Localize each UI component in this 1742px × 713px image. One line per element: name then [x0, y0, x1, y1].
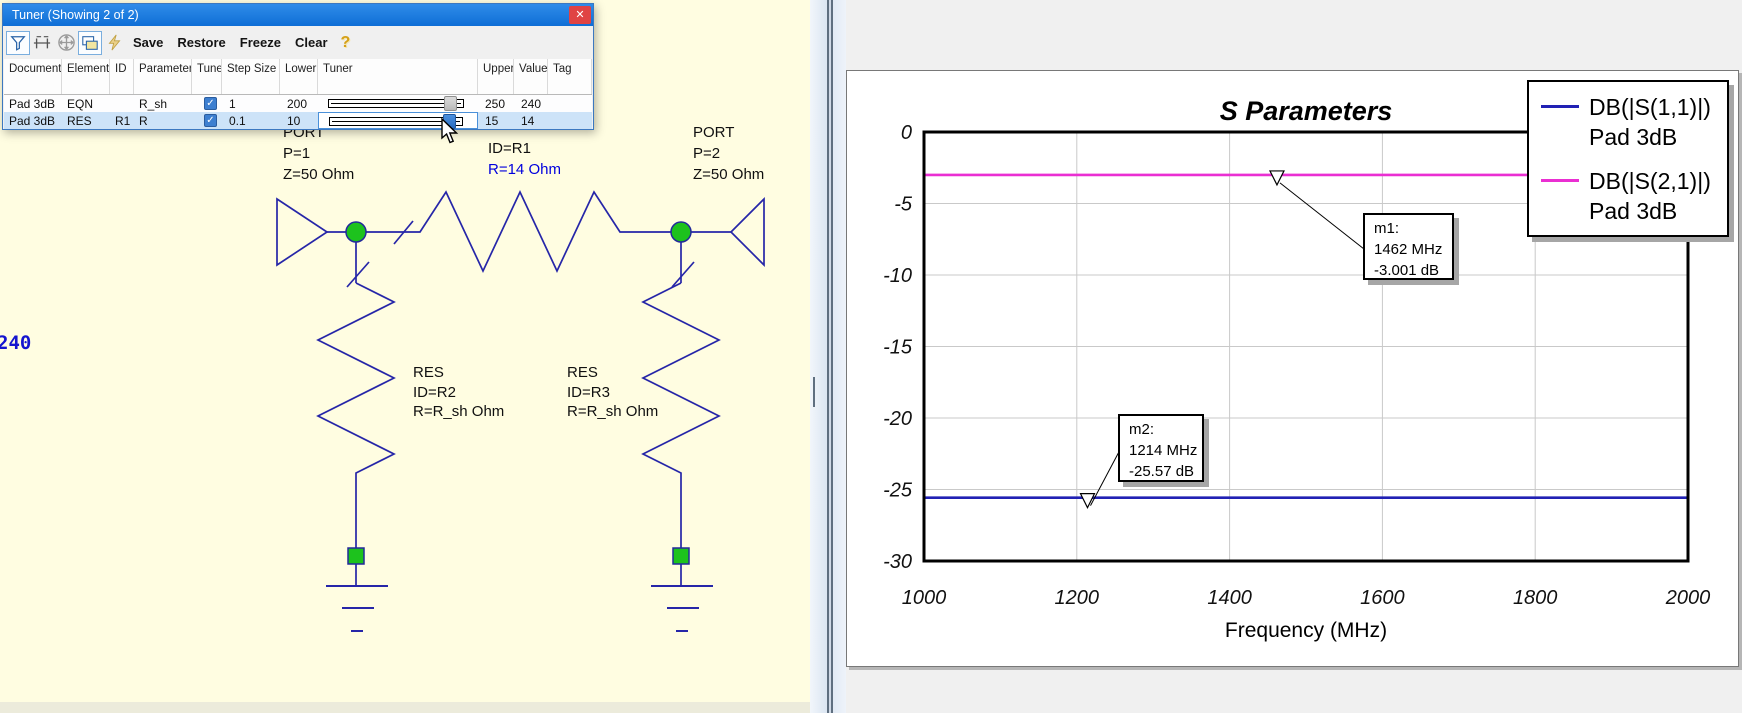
s-parameters-graph-window[interactable]: 0 -5 -10 -15 -20 -25 -30 1000 1200 1400 1600 1800 20… [846, 70, 1739, 667]
y-tick-label: -15 [883, 337, 913, 359]
marker-leader-m1 [1280, 183, 1364, 249]
x-tick-label: 2000 [1665, 587, 1711, 609]
x-tick-label: 1400 [1207, 587, 1252, 609]
col-document[interactable]: Document [4, 59, 62, 94]
col-upper[interactable]: Upper [478, 59, 514, 94]
clear-button[interactable]: Clear [295, 35, 328, 50]
y-tick-label: 0 [901, 122, 912, 144]
restore-button[interactable]: Restore [177, 35, 225, 50]
close-button[interactable]: ✕ [569, 6, 591, 24]
lightning-icon[interactable] [102, 31, 126, 55]
y-tick-label: -20 [883, 408, 912, 430]
mouse-cursor [441, 118, 463, 151]
ground-node-r3[interactable] [673, 548, 689, 564]
slider-thumb-rsh[interactable] [444, 96, 457, 111]
tuner-title-text: Tuner (Showing 2 of 2) [12, 8, 139, 22]
legend-entry-s11: DB(|S(1,1)|)Pad 3dB [1541, 92, 1727, 152]
move-icon[interactable] [54, 31, 78, 55]
port2-symbol[interactable] [691, 199, 764, 265]
freeze-button[interactable]: Freeze [240, 35, 281, 50]
resistor-r3[interactable] [643, 242, 719, 631]
s11-line-swatch [1541, 105, 1579, 108]
r1-label: ID=R1R=14 Ohm [488, 138, 561, 180]
x-tick-label: 1200 [1055, 587, 1100, 609]
microwave-office-workspace: PORTP=1Z=50 Ohm PORTP=2Z=50 Ohm ID=R1R=1… [0, 0, 1742, 713]
port2-label: PORTP=2Z=50 Ohm [693, 122, 764, 185]
net-node-right[interactable] [671, 222, 691, 242]
col-parameter[interactable]: Parameter [134, 59, 192, 94]
port1-label: PORTP=1Z=50 Ohm [283, 122, 354, 185]
tune-range-icon[interactable] [30, 31, 54, 55]
col-tuner[interactable]: Tuner [318, 59, 478, 94]
s21-line-swatch [1541, 179, 1579, 182]
tuner-slider-rsh[interactable] [318, 95, 478, 112]
marker-triangle-m2[interactable] [1080, 494, 1094, 508]
tune-checkbox-r1[interactable]: ✓ [204, 114, 217, 127]
splitter-bar[interactable] [827, 0, 833, 713]
tuner-row-rsh[interactable]: Pad 3dB EQN R_sh ✓ 1 200 250 240 [4, 95, 592, 112]
legend-entry-s21: DB(|S(2,1)|)Pad 3dB [1541, 166, 1727, 226]
resistor-r1[interactable] [366, 192, 671, 271]
col-lower[interactable]: Lower [280, 59, 318, 94]
col-tune[interactable]: Tune [192, 59, 222, 94]
col-value[interactable]: Value [514, 59, 548, 94]
r3-label: RESID=R3R=R_sh Ohm [567, 363, 658, 422]
schematic-horizontal-scrollbar[interactable] [0, 702, 810, 713]
filter-icon[interactable] [6, 31, 30, 55]
tuner-dialog[interactable]: Tuner (Showing 2 of 2) ✕ Save Restore Fr… [2, 3, 594, 130]
graph-panel-background: 0 -5 -10 -15 -20 -25 -30 1000 1200 1400 1600 1800 20… [846, 0, 1742, 713]
port1-symbol[interactable] [277, 199, 346, 265]
y-tick-label: -30 [883, 551, 912, 573]
col-step-size[interactable]: Step Size [222, 59, 280, 94]
net-node-left[interactable] [346, 222, 366, 242]
variable-value-display: 240 [0, 332, 31, 354]
tuner-title-bar[interactable]: Tuner (Showing 2 of 2) ✕ [3, 4, 593, 26]
r1-tuned-value: R=14 Ohm [488, 161, 561, 178]
x-tick-label: 1800 [1513, 587, 1558, 609]
tune-checkbox-rsh[interactable]: ✓ [204, 97, 217, 110]
panel-splitter[interactable] [810, 0, 846, 713]
marker-triangle-m1[interactable] [1270, 171, 1284, 185]
resistor-r2[interactable] [318, 242, 394, 631]
x-tick-label: 1000 [902, 587, 947, 609]
marker-m2-callout[interactable]: m2: 1214 MHz -25.57 dB [1118, 414, 1204, 482]
y-tick-label: -25 [883, 480, 913, 502]
tuner-toolbar: Save Restore Freeze Clear ? [3, 26, 593, 59]
splitter-grip[interactable] [813, 377, 815, 407]
help-icon[interactable]: ? [341, 34, 351, 52]
col-tag[interactable]: Tag [548, 59, 592, 94]
x-axis-title: Frequency (MHz) [924, 619, 1688, 643]
tune-tick-r3 [672, 262, 694, 287]
x-tick-label: 1600 [1360, 587, 1405, 609]
col-element[interactable]: Element [62, 59, 110, 94]
y-tick-label: -10 [883, 265, 912, 287]
col-id[interactable]: ID [110, 59, 134, 94]
graph-legend: DB(|S(1,1)|)Pad 3dB DB(|S(2,1)|)Pad 3dB [1527, 80, 1729, 237]
tuner-table-header: Document Element ID Parameter Tune Step … [4, 59, 592, 95]
show-tags-icon[interactable] [78, 31, 102, 55]
tuner-row-r1[interactable]: Pad 3dB RES R1 R ✓ 0.1 10 15 14 [4, 112, 592, 129]
r2-label: RESID=R2R=R_sh Ohm [413, 363, 504, 422]
save-button[interactable]: Save [133, 35, 163, 50]
y-tick-label: -5 [894, 194, 913, 216]
marker-m1-callout[interactable]: m1: 1462 MHz -3.001 dB [1363, 213, 1454, 280]
tuner-table: Document Element ID Parameter Tune Step … [4, 59, 592, 129]
ground-node-r2[interactable] [348, 548, 364, 564]
